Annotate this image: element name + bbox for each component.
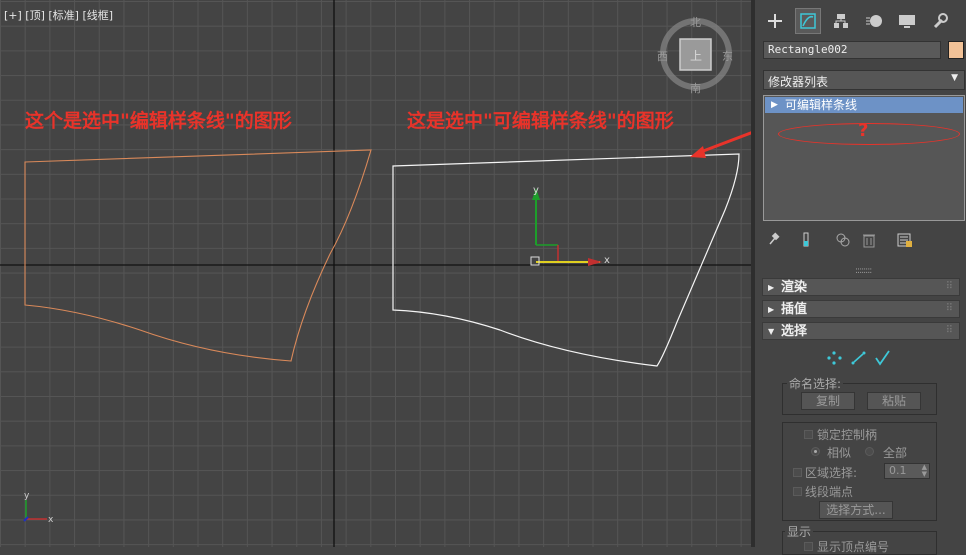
hierarchy-icon[interactable] [828,8,854,34]
separator-grip[interactable]: :::::::: [855,266,872,276]
annotation-question-mark: ? [858,120,869,141]
area-select-checkbox[interactable] [793,468,802,477]
show-end-result-icon[interactable] [799,232,813,252]
tripod-y-label: y [24,491,30,501]
named-selection-group: 命名选择: 复制 粘贴 [782,375,937,415]
viewcube[interactable]: 上 [660,18,732,90]
annotation-arrow [697,131,751,155]
viewcube-face-label: 上 [690,49,702,63]
expand-triangle-icon: ▶ [768,305,775,314]
display-icon[interactable] [894,8,920,34]
command-panel: Rectangle002 修改器列表 ▼ ▶ 可编辑样条线 ? ::::::::… [751,0,966,555]
viewport-top[interactable]: y x 上 y x [+] [顶] [标准] [线框] 这个是选中"编辑样条线"… [0,0,751,547]
viewport-label[interactable]: [+] [顶] [标准] [线框] [4,7,113,23]
stack-item-label: 可编辑样条线 [785,98,858,112]
modifier-list-dropdown[interactable]: 修改器列表 ▼ [763,70,965,90]
rollout-render-label: 渲染 [781,280,808,295]
area-select-value: 0.1 [889,464,907,477]
object-color-swatch[interactable] [948,41,964,59]
rollout-interpolation-label: 插值 [781,302,808,317]
viewcube-south: 南 [690,82,701,95]
configure-sets-icon[interactable] [897,232,913,252]
rollout-selection[interactable]: ▼ 选择 ⠿ [762,322,960,340]
all-radio[interactable] [865,447,874,456]
vertex-mode-icon[interactable] [825,350,845,368]
annotation-left: 这个是选中"编辑样条线"的图形 [25,110,292,132]
grip-icon: ⠿ [945,325,953,336]
create-icon[interactable] [762,8,788,34]
modifier-list-label: 修改器列表 [768,75,829,89]
editable-spline-shape [392,153,740,367]
segment-end-checkbox[interactable] [793,487,802,496]
named-selection-title: 命名选择: [787,375,844,392]
copy-button[interactable]: 复制 [801,392,855,410]
select-by-button[interactable]: 选择方式... [819,501,893,519]
viewcube-north: 北 [690,16,701,29]
axis-tripod: y x [23,491,54,525]
paste-button[interactable]: 粘贴 [867,392,921,410]
chevron-down-icon: ▼ [951,73,958,83]
expand-triangle-icon: ▶ [768,283,775,292]
annotation-right: 这是选中"可编辑样条线"的图形 [407,110,674,132]
pin-stack-icon[interactable] [767,232,781,250]
annotation-ellipse [778,123,960,145]
rollout-interpolation[interactable]: ▶ 插值 ⠿ [762,300,960,318]
modifier-stack[interactable]: ▶ 可编辑样条线 ? [763,95,965,221]
grip-icon: ⠿ [945,281,953,292]
spinner-arrows-icon[interactable]: ▲ ▼ [922,464,927,478]
area-select-label: 区域选择: [805,466,858,480]
utilities-icon[interactable] [927,8,953,34]
expand-triangle-icon[interactable]: ▶ [771,97,778,113]
grip-icon: ⠿ [945,303,953,314]
gizmo-x-label: x [604,255,610,266]
edit-spline-shape [24,149,372,362]
object-name-field[interactable]: Rectangle002 [763,41,941,59]
spline-mode-icon[interactable] [873,350,893,368]
remove-modifier-icon[interactable] [862,232,876,252]
segment-end-label: 线段端点 [805,485,854,499]
similar-radio[interactable] [811,447,820,456]
gizmo-y-label: y [533,185,539,196]
rollout-render[interactable]: ▶ 渲染 ⠿ [762,278,960,296]
viewcube-east: 东 [722,50,733,63]
area-select-spinner[interactable]: 0.1 ▲ ▼ [884,463,930,479]
viewport-canvas[interactable]: y x 上 y x [0,0,751,547]
move-gizmo[interactable]: y x [530,185,610,266]
motion-icon[interactable] [861,8,887,34]
lock-handles-checkbox[interactable] [804,430,813,439]
stack-item-editable-spline[interactable]: ▶ 可编辑样条线 [765,97,963,113]
viewcube-west: 西 [657,50,668,63]
display-group-title: 显示 [785,523,814,540]
similar-label: 相似 [827,446,852,460]
lock-handles-label: 锁定控制柄 [817,428,878,442]
segment-mode-icon[interactable] [849,350,869,368]
all-label: 全部 [883,446,908,460]
rollout-selection-label: 选择 [781,324,808,339]
tripod-x-label: x [48,515,54,525]
make-unique-icon[interactable] [835,232,851,252]
collapse-triangle-icon: ▼ [768,327,775,336]
modify-icon[interactable] [795,8,821,34]
